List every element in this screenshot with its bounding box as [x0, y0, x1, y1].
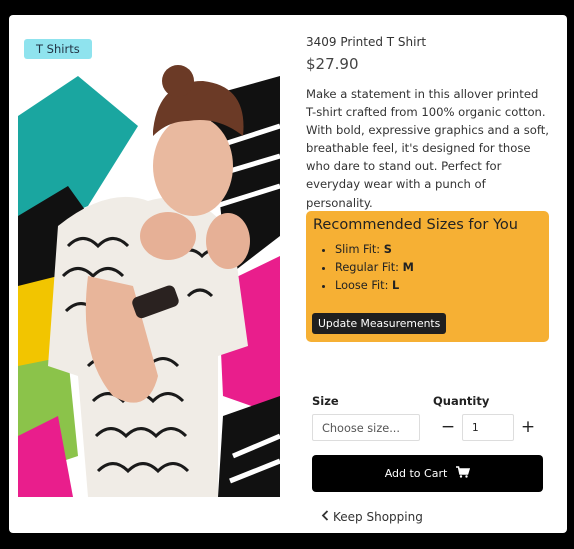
cart-icon: [456, 466, 471, 481]
recommended-sizes-heading: Recommended Sizes for You: [313, 217, 518, 233]
chevron-left-icon: [321, 510, 329, 524]
product-price: $27.90: [306, 55, 359, 73]
quantity-label: Quantity: [433, 394, 490, 408]
quantity-increase-button[interactable]: +: [517, 416, 539, 438]
recommended-sizes-panel: Recommended Sizes for You Slim Fit: S Re…: [306, 211, 549, 342]
size-select[interactable]: Choose size...: [312, 414, 420, 441]
category-badge[interactable]: T Shirts: [24, 39, 92, 59]
keep-shopping-label: Keep Shopping: [333, 510, 423, 524]
quantity-decrease-button[interactable]: −: [437, 416, 459, 438]
update-measurements-button[interactable]: Update Measurements: [312, 313, 447, 334]
list-item: Loose Fit: L: [335, 277, 414, 295]
product-image: [18, 36, 280, 497]
list-item: Slim Fit: S: [335, 241, 414, 259]
list-item: Regular Fit: M: [335, 259, 414, 277]
add-to-cart-label: Add to Cart: [384, 467, 448, 480]
product-title: 3409 Printed T Shirt: [306, 35, 427, 49]
size-label: Size: [312, 394, 339, 408]
add-to-cart-button[interactable]: Add to Cart: [312, 455, 543, 492]
recommended-sizes-list: Slim Fit: S Regular Fit: M Loose Fit: L: [318, 241, 414, 295]
quantity-input[interactable]: 1: [462, 414, 514, 441]
keep-shopping-link[interactable]: Keep Shopping: [321, 510, 423, 524]
product-quick-view-modal: T Shirts 3409 Printed T Shirt $27.90 Mak…: [9, 15, 567, 533]
product-description: Make a statement in this allover printed…: [306, 87, 549, 210]
